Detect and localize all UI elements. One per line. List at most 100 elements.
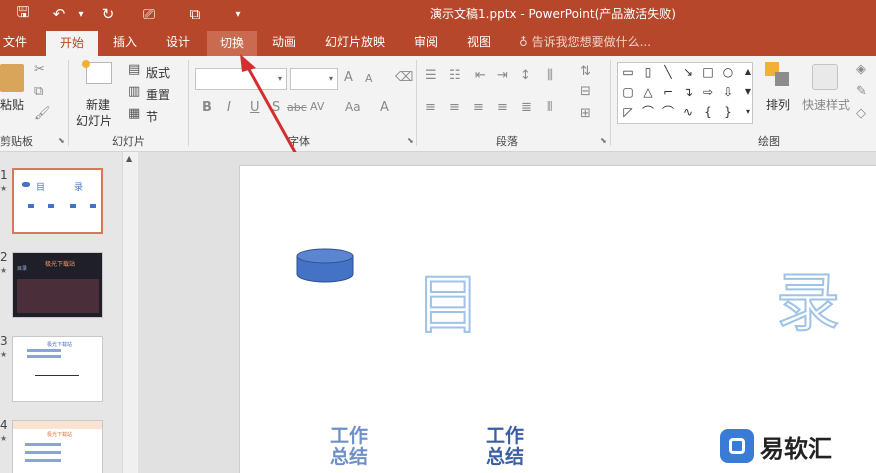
shapes-gallery[interactable]: ▭ ▯ ╲ ↘ □ ○ ▢ △ ⌐ ↴ ⇨ ⇩ ◸ ⌒ ⌒ ∿ { } ▲ ▼ … xyxy=(617,62,753,124)
thumb-number: 4 xyxy=(0,418,8,432)
arrow-line-shape-icon[interactable]: ↘ xyxy=(680,64,696,80)
text-direction-icon[interactable]: ⇅ xyxy=(580,64,591,79)
rectangle-shape-icon[interactable]: □ xyxy=(700,64,716,80)
freeform-shape-icon[interactable]: ◸ xyxy=(620,104,636,120)
font-color-button[interactable]: A xyxy=(380,100,389,115)
down-arrow-shape-icon[interactable]: ⇩ xyxy=(720,84,736,100)
distribute-icon[interactable]: ≣ xyxy=(521,100,532,115)
tell-me-box[interactable]: ♁ 告诉我您想要做什么... xyxy=(519,28,651,56)
slide-thumbnail-3[interactable]: 极光下载站 xyxy=(12,336,103,402)
bullets-icon[interactable]: ☰ xyxy=(425,68,437,83)
clipboard-group-label: 剪贴板 xyxy=(0,135,33,148)
paragraph-columns-icon[interactable]: ⫴ xyxy=(547,100,552,115)
columns-icon[interactable]: ⫼ xyxy=(547,68,553,83)
paste-button[interactable]: 粘贴 xyxy=(0,96,24,113)
format-painter-icon[interactable]: 🖌 xyxy=(34,106,51,121)
thumb-header: 极光下载站 xyxy=(45,261,76,268)
align-center-icon[interactable]: ≡ xyxy=(449,100,460,115)
toc-item-2-line1: 工作 xyxy=(486,425,525,447)
thumb-item xyxy=(90,204,96,208)
right-arrow-shape-icon[interactable]: ⇨ xyxy=(700,84,716,100)
shape-effects-icon[interactable]: ◇ xyxy=(856,106,866,121)
align-right-icon[interactable]: ≡ xyxy=(473,100,484,115)
oval-shape-icon[interactable]: ○ xyxy=(720,64,736,80)
toc-item-2[interactable]: 工作 总结 xyxy=(486,426,524,468)
thumb-title-left: 目 xyxy=(36,183,46,193)
tab-file[interactable]: 文件 xyxy=(0,28,30,56)
new-slide-button[interactable]: 新建 xyxy=(86,96,110,113)
slide-thumbnail-2[interactable]: 极光下载站 目录 xyxy=(12,252,103,318)
elbow-connector-shape-icon[interactable]: ⌐ xyxy=(660,84,676,100)
thumb-item xyxy=(28,204,34,208)
align-left-icon[interactable]: ≡ xyxy=(425,100,436,115)
slide-thumbnail-4[interactable]: 极光下载站 xyxy=(12,420,103,473)
shrink-font-icon[interactable]: A xyxy=(365,72,373,85)
font-launcher-icon[interactable]: ⬊ xyxy=(407,136,414,145)
textbox-shape-icon[interactable]: ▭ xyxy=(620,64,636,80)
gallery-down-icon[interactable]: ▼ xyxy=(740,84,756,100)
curve-shape-icon[interactable]: ∿ xyxy=(680,104,696,120)
thumb-band xyxy=(13,421,102,429)
arrange-icon[interactable] xyxy=(765,62,791,92)
left-brace-shape-icon[interactable]: { xyxy=(700,104,716,120)
copy-icon[interactable]: ⧉ xyxy=(34,84,43,99)
gallery-up-icon[interactable]: ▲ xyxy=(740,64,756,80)
increase-indent-icon[interactable]: ⇥ xyxy=(497,68,508,83)
grow-font-icon[interactable]: A xyxy=(344,70,353,85)
scroll-up-icon[interactable]: ▲ xyxy=(126,154,132,163)
thumbnail-scrollbar[interactable]: ▲ xyxy=(122,152,138,473)
clear-format-icon[interactable]: ⌫ xyxy=(395,70,413,85)
clipboard-launcher-icon[interactable]: ⬊ xyxy=(58,136,65,145)
tab-slideshow[interactable]: 幻灯片放映 xyxy=(318,28,392,56)
tab-view[interactable]: 视图 xyxy=(459,28,499,56)
tab-review[interactable]: 审阅 xyxy=(406,28,446,56)
align-text-icon[interactable]: ⊟ xyxy=(580,84,591,99)
thumb-number: 1 xyxy=(0,168,8,182)
title-char-right[interactable]: 录 xyxy=(775,252,841,344)
new-slide-icon[interactable] xyxy=(86,62,112,84)
gallery-more-icon[interactable]: ▾ xyxy=(740,104,756,120)
separator xyxy=(610,60,611,146)
tab-home[interactable]: 开始 xyxy=(46,31,98,56)
line-spacing-icon[interactable]: ↕ xyxy=(520,68,531,83)
transition-star-icon: ★ xyxy=(0,350,8,359)
title-char-left[interactable]: 目 xyxy=(415,254,481,346)
cylinder-shape[interactable] xyxy=(296,248,356,284)
toc-item-1[interactable]: 工作 总结 xyxy=(330,426,368,468)
justify-icon[interactable]: ≡ xyxy=(497,100,508,115)
cut-icon[interactable]: ✂ xyxy=(34,62,45,77)
right-brace-shape-icon[interactable]: } xyxy=(720,104,736,120)
quick-styles-icon[interactable] xyxy=(812,64,838,90)
shape-outline-icon[interactable]: ✎ xyxy=(856,84,867,99)
numbering-icon[interactable]: ☷ xyxy=(449,68,461,83)
slide-thumbnail-1[interactable]: 目 录 xyxy=(12,168,103,234)
thumb-line xyxy=(27,355,61,358)
reset-button[interactable]: 重置 xyxy=(146,86,170,103)
elbow-arrow-shape-icon[interactable]: ↴ xyxy=(680,84,696,100)
line-shape-icon[interactable]: ╲ xyxy=(660,64,676,80)
quick-styles-button[interactable]: 快速样式 xyxy=(802,96,850,113)
tab-design[interactable]: 设计 xyxy=(158,28,198,56)
decrease-indent-icon[interactable]: ⇤ xyxy=(475,68,486,83)
lightbulb-icon: ♁ xyxy=(519,35,532,49)
layout-button[interactable]: 版式 xyxy=(146,64,170,81)
arrange-button[interactable]: 排列 xyxy=(766,96,790,113)
arc-shape-icon[interactable]: ⌒ xyxy=(660,104,676,120)
vertical-textbox-shape-icon[interactable]: ▯ xyxy=(640,64,656,80)
new-slide-button-line2[interactable]: 幻灯片 xyxy=(76,112,112,129)
shape-fill-icon[interactable]: ◈ xyxy=(856,62,866,77)
tab-insert[interactable]: 插入 xyxy=(105,28,145,56)
scribble-shape-icon[interactable]: ⌒ xyxy=(640,104,656,120)
triangle-shape-icon[interactable]: △ xyxy=(640,84,656,100)
bold-button[interactable]: B xyxy=(202,100,212,115)
section-button[interactable]: 节 xyxy=(146,108,158,125)
rounded-rect-shape-icon[interactable]: ▢ xyxy=(620,84,636,100)
paste-icon[interactable] xyxy=(0,64,24,92)
thumb-photo xyxy=(17,279,99,313)
change-case-button[interactable]: Aa xyxy=(345,100,361,114)
slide-thumbnail-pane: 1 ★ 目 录 2 ★ 极光下载站 目录 3 ★ 极光下载站 4 ★ 极光下载站 xyxy=(0,152,122,473)
paragraph-launcher-icon[interactable]: ⬊ xyxy=(600,136,607,145)
thumb-sub: 目录 xyxy=(17,266,28,272)
smartart-icon[interactable]: ⊞ xyxy=(580,106,591,121)
chevron-down-icon[interactable]: ▾ xyxy=(325,69,337,89)
